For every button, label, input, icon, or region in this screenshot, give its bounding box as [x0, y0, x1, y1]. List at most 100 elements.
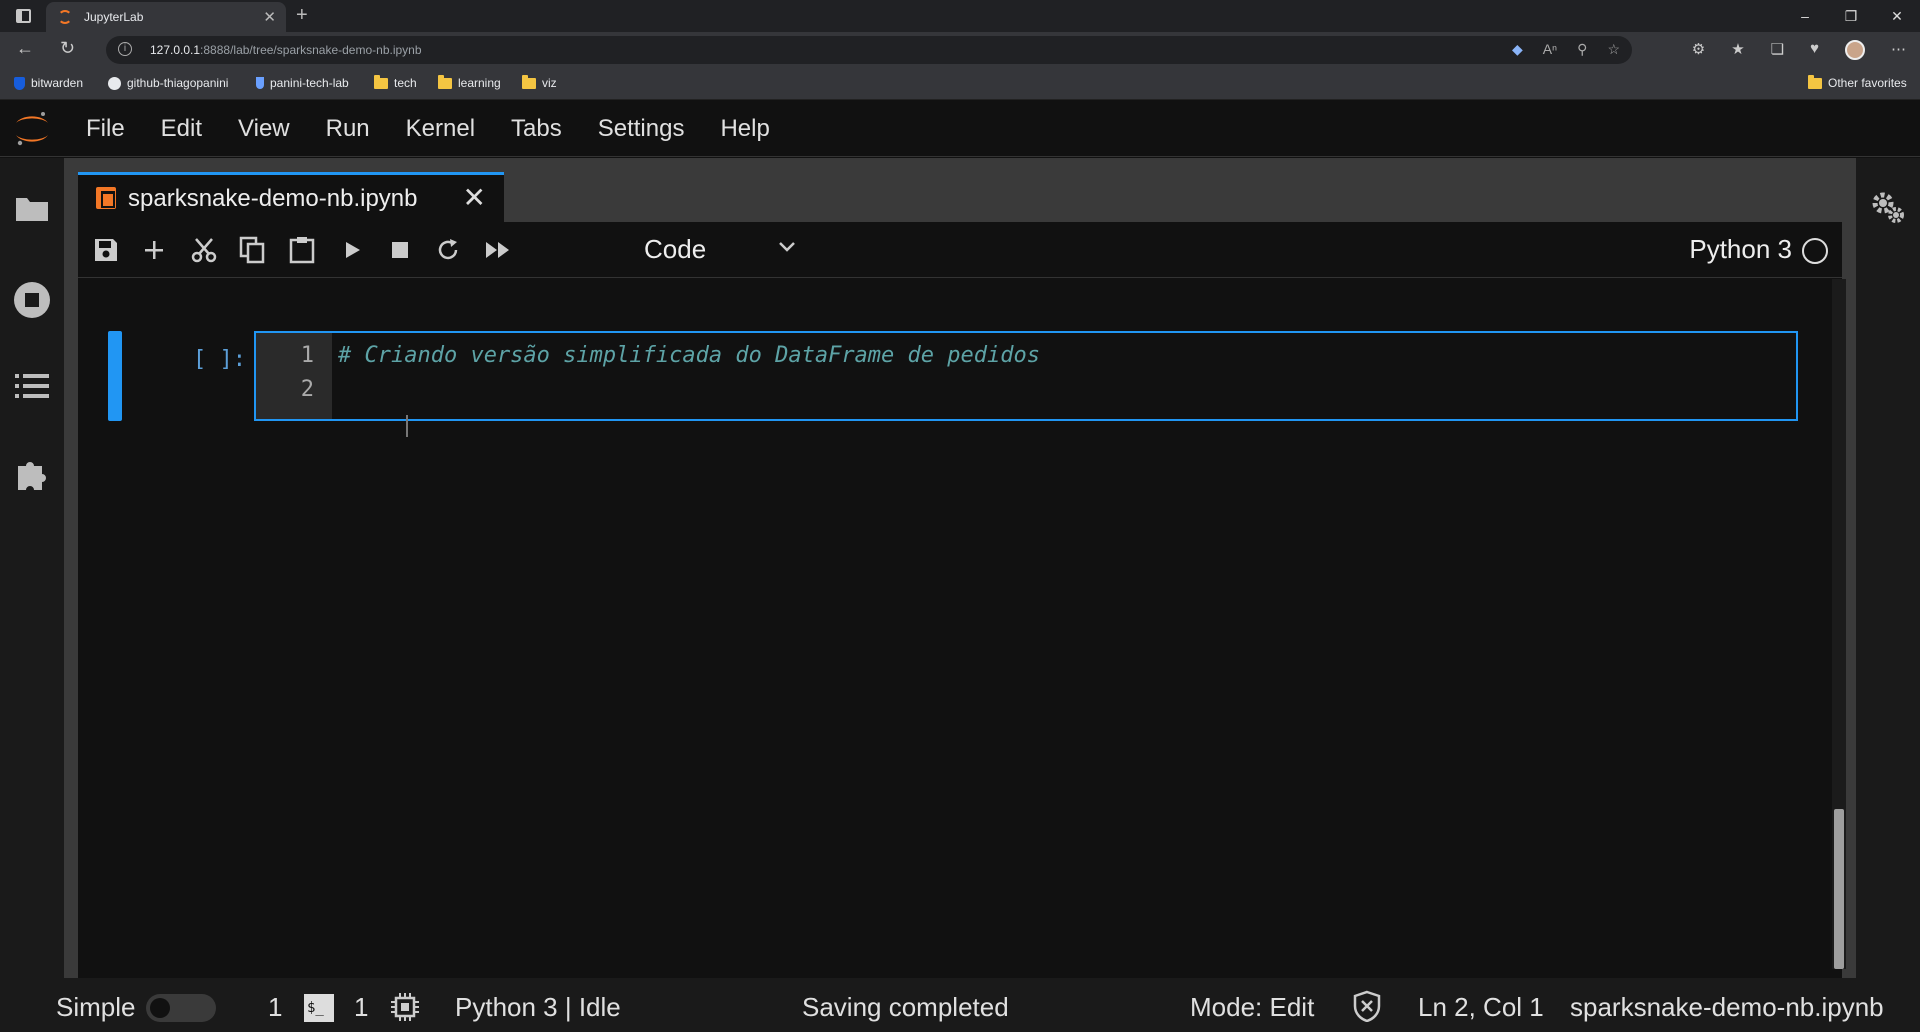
add-cell-icon[interactable] — [138, 234, 170, 266]
copy-icon[interactable] — [236, 234, 268, 266]
chevron-down-icon[interactable] — [778, 240, 796, 254]
code-cell-editor[interactable]: 1 2 # Criando versão simplificada do Dat… — [254, 331, 1798, 421]
bitwarden-extension-icon[interactable]: ◆ — [1512, 41, 1523, 58]
extensions-icon[interactable]: ⚙ — [1692, 40, 1705, 60]
cut-icon[interactable] — [188, 234, 220, 266]
notebook-tab-title: sparksnake-demo-nb.ipynb — [128, 185, 418, 212]
browser-tab-close-button[interactable]: ✕ — [263, 8, 276, 26]
cursor-position[interactable]: Ln 2, Col 1 — [1418, 992, 1544, 1023]
site-info-icon[interactable]: i — [118, 42, 132, 56]
bookmarks-bar: bitwarden github-thiagopanini panini-tec… — [0, 68, 1920, 100]
paste-icon[interactable] — [286, 234, 318, 266]
terminal-icon[interactable]: $_ — [304, 994, 334, 1022]
tab-actions-icon[interactable] — [16, 9, 31, 23]
folder-icon — [438, 74, 452, 89]
line-number: 1 — [300, 343, 314, 368]
left-sidebar — [0, 158, 64, 978]
scrollbar-thumb[interactable] — [1834, 809, 1844, 969]
browser-tab[interactable]: JupyterLab ✕ — [46, 2, 286, 32]
property-inspector-gears-icon[interactable] — [1868, 188, 1908, 228]
menu-tabs[interactable]: Tabs — [493, 101, 580, 157]
browser-toolbar-icons: ⚙ ★ ❏ ♥ ⋯ — [1692, 40, 1906, 60]
menu-help[interactable]: Help — [702, 101, 787, 157]
browser-tab-title: JupyterLab — [84, 10, 144, 24]
kernel-chip-icon[interactable] — [390, 992, 420, 1022]
bookmark-other-favorites[interactable]: Other favorites — [1808, 74, 1907, 90]
add-favorite-icon[interactable]: ☆ — [1607, 41, 1620, 58]
new-tab-button[interactable]: + — [296, 4, 308, 27]
minimize-icon[interactable]: – — [1782, 0, 1828, 32]
profile-avatar[interactable] — [1845, 40, 1865, 60]
window-controls: – ❐ ✕ — [1782, 0, 1920, 32]
interrupt-icon[interactable] — [384, 234, 416, 266]
terminals-count[interactable]: 1 — [268, 992, 282, 1023]
more-menu-icon[interactable]: ⋯ — [1891, 40, 1906, 60]
restore-icon[interactable]: ❐ — [1828, 0, 1874, 32]
menu-edit[interactable]: Edit — [143, 101, 220, 157]
flask-icon — [256, 77, 264, 89]
main-dock-area: sparksnake-demo-nb.ipynb ✕ Code Python 3… — [64, 158, 1856, 978]
read-aloud-icon[interactable]: Aⁿ — [1543, 41, 1557, 58]
shield-icon — [14, 76, 25, 90]
notebook-icon — [96, 187, 116, 209]
address-bar: ← ↻ i 127.0.0.1:8888/lab/tree/sparksnake… — [0, 32, 1920, 68]
notebook-scrollbar[interactable] — [1832, 279, 1846, 969]
file-browser-icon[interactable] — [12, 188, 52, 228]
jupyter-favicon-icon — [58, 10, 72, 24]
kernels-count[interactable]: 1 — [354, 992, 368, 1023]
save-status-text: Saving completed — [802, 992, 1009, 1022]
collections-icon[interactable]: ❏ — [1771, 40, 1784, 60]
menu-kernel[interactable]: Kernel — [388, 101, 493, 157]
bookmark-github[interactable]: github-thiagopanini — [108, 76, 228, 90]
url-field[interactable]: i 127.0.0.1:8888/lab/tree/sparksnake-dem… — [106, 36, 1632, 64]
reload-icon[interactable]: ↻ — [60, 38, 75, 59]
simple-mode-toggle[interactable] — [146, 994, 216, 1022]
notebook-toolbar: Code Python 3 — [78, 222, 1842, 278]
back-icon[interactable]: ← — [16, 38, 34, 59]
fast-forward-icon[interactable] — [482, 234, 514, 266]
github-icon — [108, 76, 121, 90]
kernel-status-text[interactable]: Python 3 | Idle — [455, 992, 621, 1023]
close-tab-button[interactable]: ✕ — [463, 181, 486, 214]
bookmark-panini-tech-lab[interactable]: panini-tech-lab — [256, 76, 349, 90]
mode-indicator[interactable]: Mode: Edit — [1190, 992, 1314, 1023]
menu-view[interactable]: View — [220, 101, 308, 157]
folder-icon — [374, 74, 388, 89]
browser-essentials-icon[interactable]: ♥ — [1810, 40, 1819, 60]
menu-run[interactable]: Run — [308, 101, 388, 157]
bookmark-viz[interactable]: viz — [522, 74, 557, 90]
save-icon[interactable] — [90, 234, 122, 266]
running-kernels-icon[interactable] — [12, 280, 52, 320]
restart-icon[interactable] — [432, 234, 464, 266]
menu-settings[interactable]: Settings — [580, 101, 703, 157]
bookmark-learning[interactable]: learning — [438, 74, 501, 90]
cell-type-select[interactable]: Code — [644, 234, 706, 265]
table-of-contents-icon[interactable] — [12, 366, 52, 406]
notebook-content: [ ]: 1 2 # Criando versão simplificada d… — [78, 279, 1842, 978]
status-bar: Simple 1 $_ 1 Python 3 | Idle Saving com… — [0, 978, 1920, 1032]
cell-input-prompt: [ ]: — [193, 347, 246, 372]
line-number: 2 — [300, 377, 314, 402]
toggle-knob — [150, 998, 170, 1018]
close-window-icon[interactable]: ✕ — [1874, 0, 1920, 32]
zoom-icon[interactable]: ⚲ — [1577, 41, 1587, 58]
status-filename[interactable]: sparksnake-demo-nb.ipynb — [1570, 992, 1884, 1023]
bookmark-bitwarden[interactable]: bitwarden — [14, 76, 83, 90]
favorites-icon[interactable]: ★ — [1731, 40, 1744, 60]
extension-manager-icon[interactable] — [12, 454, 52, 494]
main-menu: File Edit View Run Kernel Tabs Settings … — [68, 101, 788, 157]
url-text: 127.0.0.1:8888/lab/tree/sparksnake-demo-… — [150, 43, 422, 57]
right-sidebar — [1856, 158, 1920, 978]
run-icon[interactable] — [336, 234, 368, 266]
notebook-tab[interactable]: sparksnake-demo-nb.ipynb ✕ — [78, 172, 504, 222]
menu-file[interactable]: File — [68, 101, 143, 157]
simple-mode-label: Simple — [56, 992, 136, 1022]
jupyter-logo-icon[interactable] — [12, 109, 52, 149]
folder-icon — [1808, 74, 1822, 89]
trusted-shield-icon[interactable] — [1352, 990, 1382, 1022]
browser-titlebar: JupyterLab ✕ + – ❐ ✕ — [0, 0, 1920, 32]
bookmark-tech[interactable]: tech — [374, 74, 417, 90]
folder-icon — [522, 74, 536, 89]
kernel-name-button[interactable]: Python 3 — [1689, 234, 1792, 265]
cell-collapser[interactable] — [108, 331, 122, 421]
